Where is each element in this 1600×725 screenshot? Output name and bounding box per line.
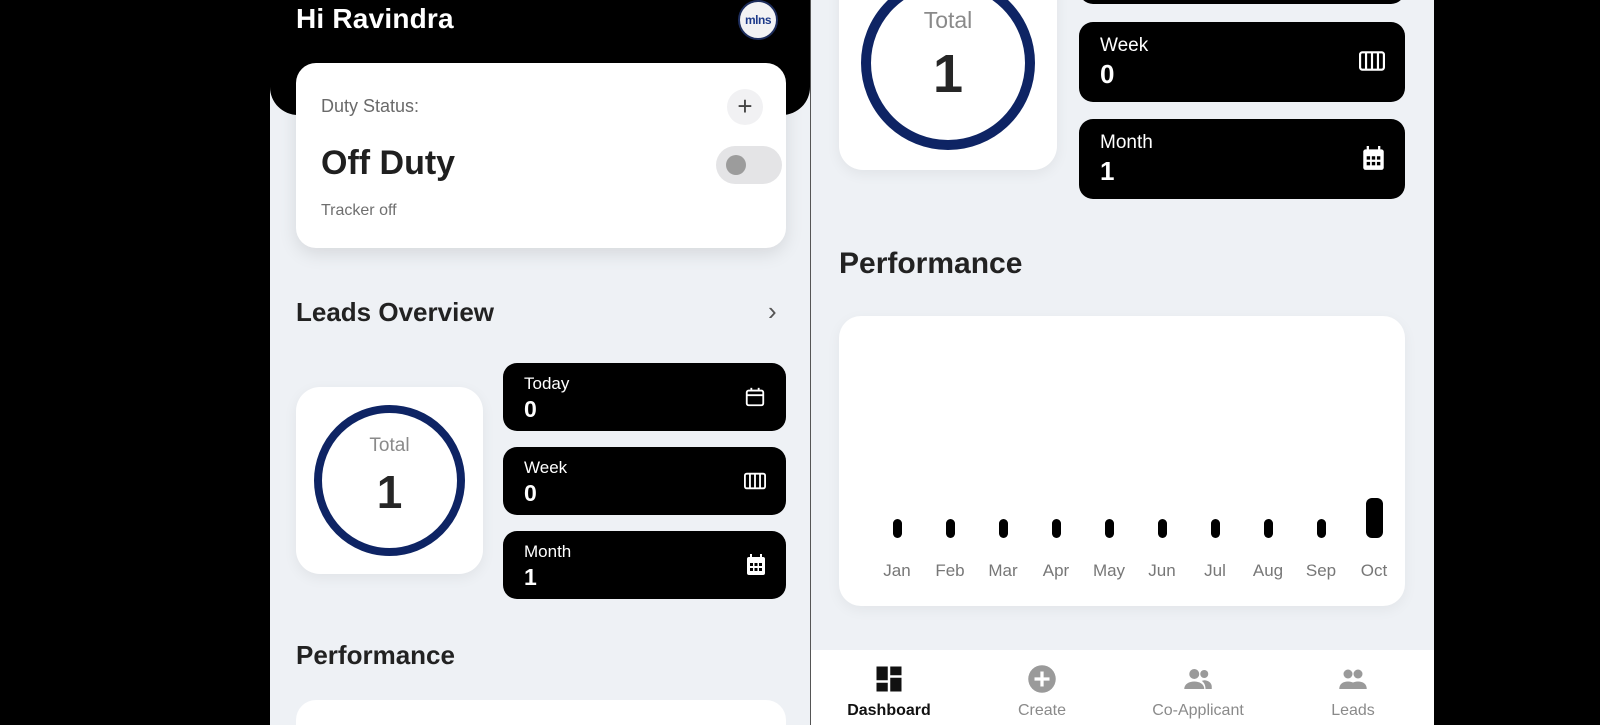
calendar-month-icon [747, 554, 765, 575]
dashboard-panel-left: Hi Ravindra mlns Duty Status: + Off Duty… [270, 0, 810, 725]
greeting: Hi Ravindra [296, 3, 454, 34]
duty-toggle[interactable] [716, 146, 782, 184]
total-label: Total [923, 7, 973, 33]
bottom-nav: Dashboard Create Co-Applicant Leads [811, 650, 1434, 725]
chart-bar-jan [892, 519, 902, 538]
performance-chart: Jan Feb Mar Apr May Jun Jul Aug Sep Oct [839, 316, 1405, 606]
nav-leads[interactable]: Leads [1278, 650, 1428, 725]
duty-status-label: Duty Status: [321, 96, 420, 116]
chart-bar-mar [998, 519, 1008, 538]
chart-x-tick-label: Sep [1305, 561, 1337, 580]
dashboard-panel-right: Total 1 Week 0 Month 1 Performance Jan Fe… [811, 0, 1434, 725]
chart-x-tick-label: Jan [883, 561, 911, 580]
chart-bar-jun [1157, 519, 1167, 538]
total-value: 1 [932, 44, 964, 104]
chart-x-tick-label: Apr [1042, 561, 1070, 580]
stat-label: Week [524, 458, 568, 477]
nav-dashboard[interactable]: Dashboard [814, 650, 964, 725]
chart-x-tick-label: Jul [1204, 561, 1226, 580]
duty-status-card: Duty Status: + Off Duty Tracker off [296, 63, 786, 248]
chart-x-tick-label: May [1092, 561, 1126, 580]
add-circle-icon [1028, 665, 1056, 693]
stat-value: 0 [1100, 59, 1115, 89]
duty-status-value: Off Duty [321, 144, 456, 182]
chart-bar-may [1104, 519, 1114, 538]
leads-overview-title: Leads Overview [296, 297, 494, 327]
people-icon [1339, 669, 1367, 689]
chart-bar-aug [1263, 519, 1273, 538]
chart-bar-apr [1051, 519, 1061, 538]
stat-label: Month [1100, 132, 1153, 153]
stat-card-week[interactable]: Week 0 [1079, 22, 1405, 102]
stat-card-month[interactable]: Month 1 [1079, 119, 1405, 199]
stat-card-month[interactable]: Month 1 [503, 531, 786, 599]
nav-label: Dashboard [847, 702, 931, 719]
chart-x-tick-label: Aug [1252, 561, 1284, 580]
performance-title: Performance [296, 640, 455, 670]
chart-bar-feb [945, 519, 955, 538]
calendar-month-icon [1363, 146, 1384, 170]
company-logo[interactable]: mlns [738, 0, 778, 40]
nav-co-applicant[interactable]: Co-Applicant [1123, 650, 1273, 725]
stat-card-week[interactable]: Week 0 [503, 447, 786, 515]
total-leads-card: Total 1 [296, 387, 483, 574]
chart-bar-oct [1365, 498, 1383, 538]
performance-chart-card [296, 700, 786, 725]
nav-label: Leads [1331, 702, 1375, 719]
stat-value: 0 [524, 396, 537, 422]
stat-value: 1 [1100, 156, 1115, 186]
stat-value: 1 [524, 564, 537, 590]
people-icon [1184, 669, 1212, 689]
week-icon [744, 472, 766, 490]
stat-value: 0 [524, 480, 537, 506]
tracker-status: Tracker off [321, 202, 397, 219]
chart-x-tick-label: Jun [1148, 561, 1176, 580]
chart-bar-jul [1210, 519, 1220, 538]
stat-label: Week [1100, 35, 1149, 56]
performance-title: Performance [839, 247, 1023, 280]
total-label: Total [369, 435, 410, 456]
dashboard-icon [876, 666, 902, 692]
calendar-icon [745, 387, 765, 407]
chart-x-tick-label: Mar [988, 561, 1018, 580]
chart-bar-sep [1316, 519, 1326, 538]
nav-create[interactable]: Create [967, 650, 1117, 725]
add-button[interactable]: + [727, 89, 763, 125]
stat-card-today[interactable] [1079, 0, 1405, 4]
chart-x-tick-label: Feb [935, 561, 965, 580]
stat-label: Month [524, 542, 572, 561]
week-icon [1359, 51, 1385, 71]
chart-x-tick-label: Oct [1360, 561, 1388, 580]
total-value: 1 [376, 466, 403, 518]
chevron-right-icon[interactable]: › [768, 296, 777, 327]
stat-label: Today [524, 374, 570, 393]
nav-label: Create [1017, 702, 1067, 719]
total-leads-card: Total 1 [839, 0, 1057, 170]
toggle-knob [726, 155, 746, 175]
stat-card-today[interactable]: Today 0 [503, 363, 786, 431]
nav-label: Co-Applicant [1152, 702, 1244, 719]
